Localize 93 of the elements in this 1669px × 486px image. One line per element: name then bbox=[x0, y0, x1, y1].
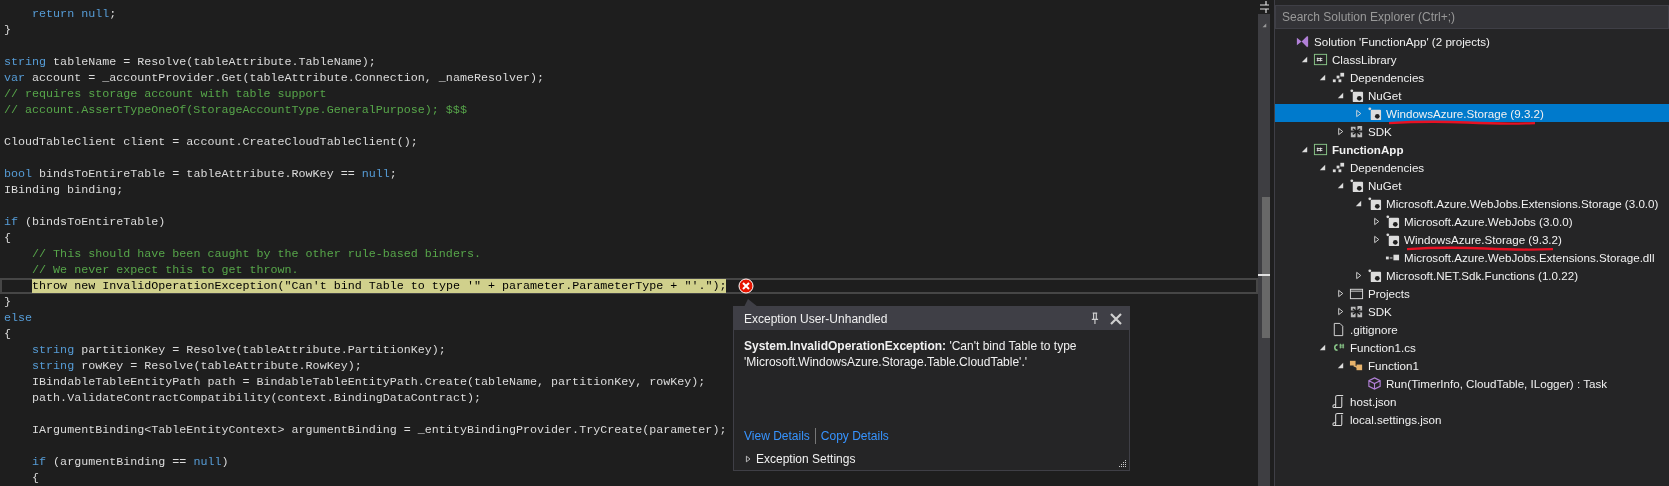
collapsed-arrow-icon[interactable] bbox=[1371, 234, 1381, 244]
code-line: path.ValidateContractCompatibility(context.BindingDataContract); bbox=[31, 390, 481, 406]
details-link[interactable]: Copy Details bbox=[820, 429, 889, 443]
close-button[interactable] bbox=[1109, 311, 1123, 326]
solution-icon bbox=[1295, 33, 1310, 49]
code-line: } bbox=[3, 22, 12, 38]
expanded-arrow-icon[interactable] bbox=[1335, 360, 1345, 370]
code-line: IBindableTableEntityPath path = BindableTableEntityPath.Create(tableName, partitionKey, rowKey); bbox=[31, 374, 706, 390]
tree-item[interactable]: local.settings.json bbox=[1275, 410, 1669, 428]
tree-item[interactable]: Microsoft.Azure.WebJobs.Extensions.Storage.dll bbox=[1275, 248, 1669, 266]
tree-item[interactable]: .gitignore bbox=[1275, 320, 1669, 338]
json-file-icon bbox=[1331, 393, 1346, 409]
tree-item[interactable]: NuGet bbox=[1275, 86, 1669, 104]
code-line: if (bindsToEntireTable) bbox=[3, 214, 166, 230]
expanded-arrow-icon[interactable] bbox=[1299, 144, 1309, 154]
code-line: // This should have been caught by the other rule-based binders. bbox=[31, 246, 481, 262]
tree-item[interactable]: Microsoft.Azure.WebJobs (3.0.0) bbox=[1275, 212, 1669, 230]
scroll-up-icon[interactable] bbox=[1261, 22, 1267, 28]
popup-title: Exception User-Unhandled bbox=[744, 311, 889, 326]
package-icon bbox=[1349, 87, 1364, 103]
project-icon bbox=[1313, 141, 1328, 157]
tree-item[interactable]: SDK bbox=[1275, 122, 1669, 140]
collapsed-arrow-icon[interactable] bbox=[1353, 270, 1363, 280]
expanded-arrow-icon[interactable] bbox=[1299, 54, 1309, 64]
expanded-arrow-icon[interactable] bbox=[1353, 198, 1363, 208]
tree-item[interactable]: WindowsAzure.Storage (9.3.2) bbox=[1275, 104, 1669, 122]
collapsed-arrow-icon[interactable] bbox=[1335, 306, 1345, 316]
vertical-scrollbar[interactable] bbox=[1258, 0, 1270, 486]
tree-item[interactable]: Dependencies bbox=[1275, 158, 1669, 176]
code-line: { bbox=[3, 230, 12, 246]
package-icon bbox=[1349, 177, 1364, 193]
tree-item[interactable]: Function1.cs bbox=[1275, 338, 1669, 356]
sdk-icon bbox=[1349, 123, 1364, 139]
code-line: string partitionKey = Resolve(tableAttribute.PartitionKey); bbox=[31, 342, 446, 358]
tree-item[interactable]: host.json bbox=[1275, 392, 1669, 410]
search-field[interactable]: Search Solution Explorer (Ctrl+;) bbox=[1275, 5, 1669, 29]
resize-grip-icon[interactable] bbox=[1117, 458, 1127, 468]
pin-icon[interactable] bbox=[1090, 312, 1099, 325]
method-icon bbox=[1367, 375, 1382, 391]
tree-item[interactable]: WindowsAzure.Storage (9.3.2) bbox=[1275, 230, 1669, 248]
code-line: { bbox=[3, 326, 12, 342]
details-link[interactable]: View Details bbox=[744, 429, 810, 443]
expanded-arrow-icon[interactable] bbox=[1317, 72, 1327, 82]
collapsed-arrow-icon[interactable] bbox=[744, 455, 752, 463]
project-icon bbox=[1313, 51, 1328, 67]
code-line: string rowKey = Resolve(tableAttribute.RowKey); bbox=[31, 358, 362, 374]
code-line: if (argumentBinding == null) bbox=[31, 454, 229, 470]
code-line: } bbox=[3, 294, 12, 310]
code-line: // We never expect this to get thrown. bbox=[31, 262, 299, 278]
code-line: // account.AssertTypeOneOf(StorageAccountType.GeneralPurpose); $$$ bbox=[3, 102, 467, 118]
collapsed-arrow-icon[interactable] bbox=[1371, 216, 1381, 226]
code-line: return null; bbox=[31, 6, 117, 22]
tree-item[interactable]: FunctionApp bbox=[1275, 140, 1669, 158]
package-icon bbox=[1367, 105, 1382, 121]
code-line: CloudTableClient client = account.CreateCloudTableClient(); bbox=[3, 134, 418, 150]
tree-item[interactable]: ClassLibrary bbox=[1275, 50, 1669, 68]
expanded-arrow-icon[interactable] bbox=[1335, 180, 1345, 190]
scrollbar-thumb[interactable] bbox=[1262, 197, 1270, 338]
expanded-arrow-icon[interactable] bbox=[1317, 342, 1327, 352]
error-icon bbox=[738, 278, 755, 294]
tree-item[interactable]: Projects bbox=[1275, 284, 1669, 302]
tree-item[interactable]: SDK bbox=[1275, 302, 1669, 320]
code-line: bool bindsToEntireTable = tableAttribute.RowKey == null; bbox=[3, 166, 397, 182]
sdk-icon bbox=[1349, 303, 1364, 319]
collapsed-arrow-icon[interactable] bbox=[1335, 126, 1345, 136]
tree-item[interactable]: Dependencies bbox=[1275, 68, 1669, 86]
code-line: IArgumentBinding<TableEntityContext> argumentBinding = _entityBindingProvider.TryCreate(parameter); bbox=[31, 422, 727, 438]
tree-item[interactable]: Microsoft.NET.Sdk.Functions (1.0.22) bbox=[1275, 266, 1669, 284]
code-line: { bbox=[31, 470, 40, 486]
code-line: else bbox=[3, 310, 33, 326]
code-line: string tableName = Resolve(tableAttribute.TableName); bbox=[3, 54, 376, 70]
tree-item[interactable]: Run(TimerInfo, CloudTable, ILogger) : Task bbox=[1275, 374, 1669, 392]
code-line: throw new InvalidOperationException("Can't bind Table to type '" + parameter.ParameterType + "'."); bbox=[31, 278, 727, 294]
file-icon bbox=[1331, 321, 1346, 337]
json-file-icon bbox=[1331, 411, 1346, 427]
package-icon bbox=[1385, 213, 1400, 229]
code-line: IBinding binding; bbox=[3, 182, 124, 198]
collapsed-arrow-icon[interactable] bbox=[1335, 288, 1345, 298]
code-line: // requires storage account with table support bbox=[3, 86, 327, 102]
split-icon[interactable] bbox=[1258, 0, 1270, 14]
tree-item[interactable]: Solution 'FunctionApp' (2 projects) bbox=[1275, 32, 1669, 50]
exception-settings-toggle[interactable]: Exception Settings bbox=[744, 452, 856, 466]
exception-message: System.InvalidOperationException: 'Can't bind Table to type 'Microsoft.WindowsAzure.Storage.Table.CloudTable'.' bbox=[744, 338, 1078, 371]
tree-item[interactable]: Function1 bbox=[1275, 356, 1669, 374]
package-icon bbox=[1367, 267, 1382, 283]
expanded-arrow-icon[interactable] bbox=[1335, 90, 1345, 100]
tree-item[interactable]: NuGet bbox=[1275, 176, 1669, 194]
expanded-arrow-icon[interactable] bbox=[1317, 162, 1327, 172]
package-icon bbox=[1367, 195, 1382, 211]
code-line: var account = _accountProvider.Get(tableAttribute.Connection, _nameResolver); bbox=[3, 70, 545, 86]
caret-position-marker bbox=[1258, 274, 1270, 276]
tree-item[interactable]: Microsoft.Azure.WebJobs.Extensions.Storage (3.0.0) bbox=[1275, 194, 1669, 212]
package-icon bbox=[1385, 231, 1400, 247]
